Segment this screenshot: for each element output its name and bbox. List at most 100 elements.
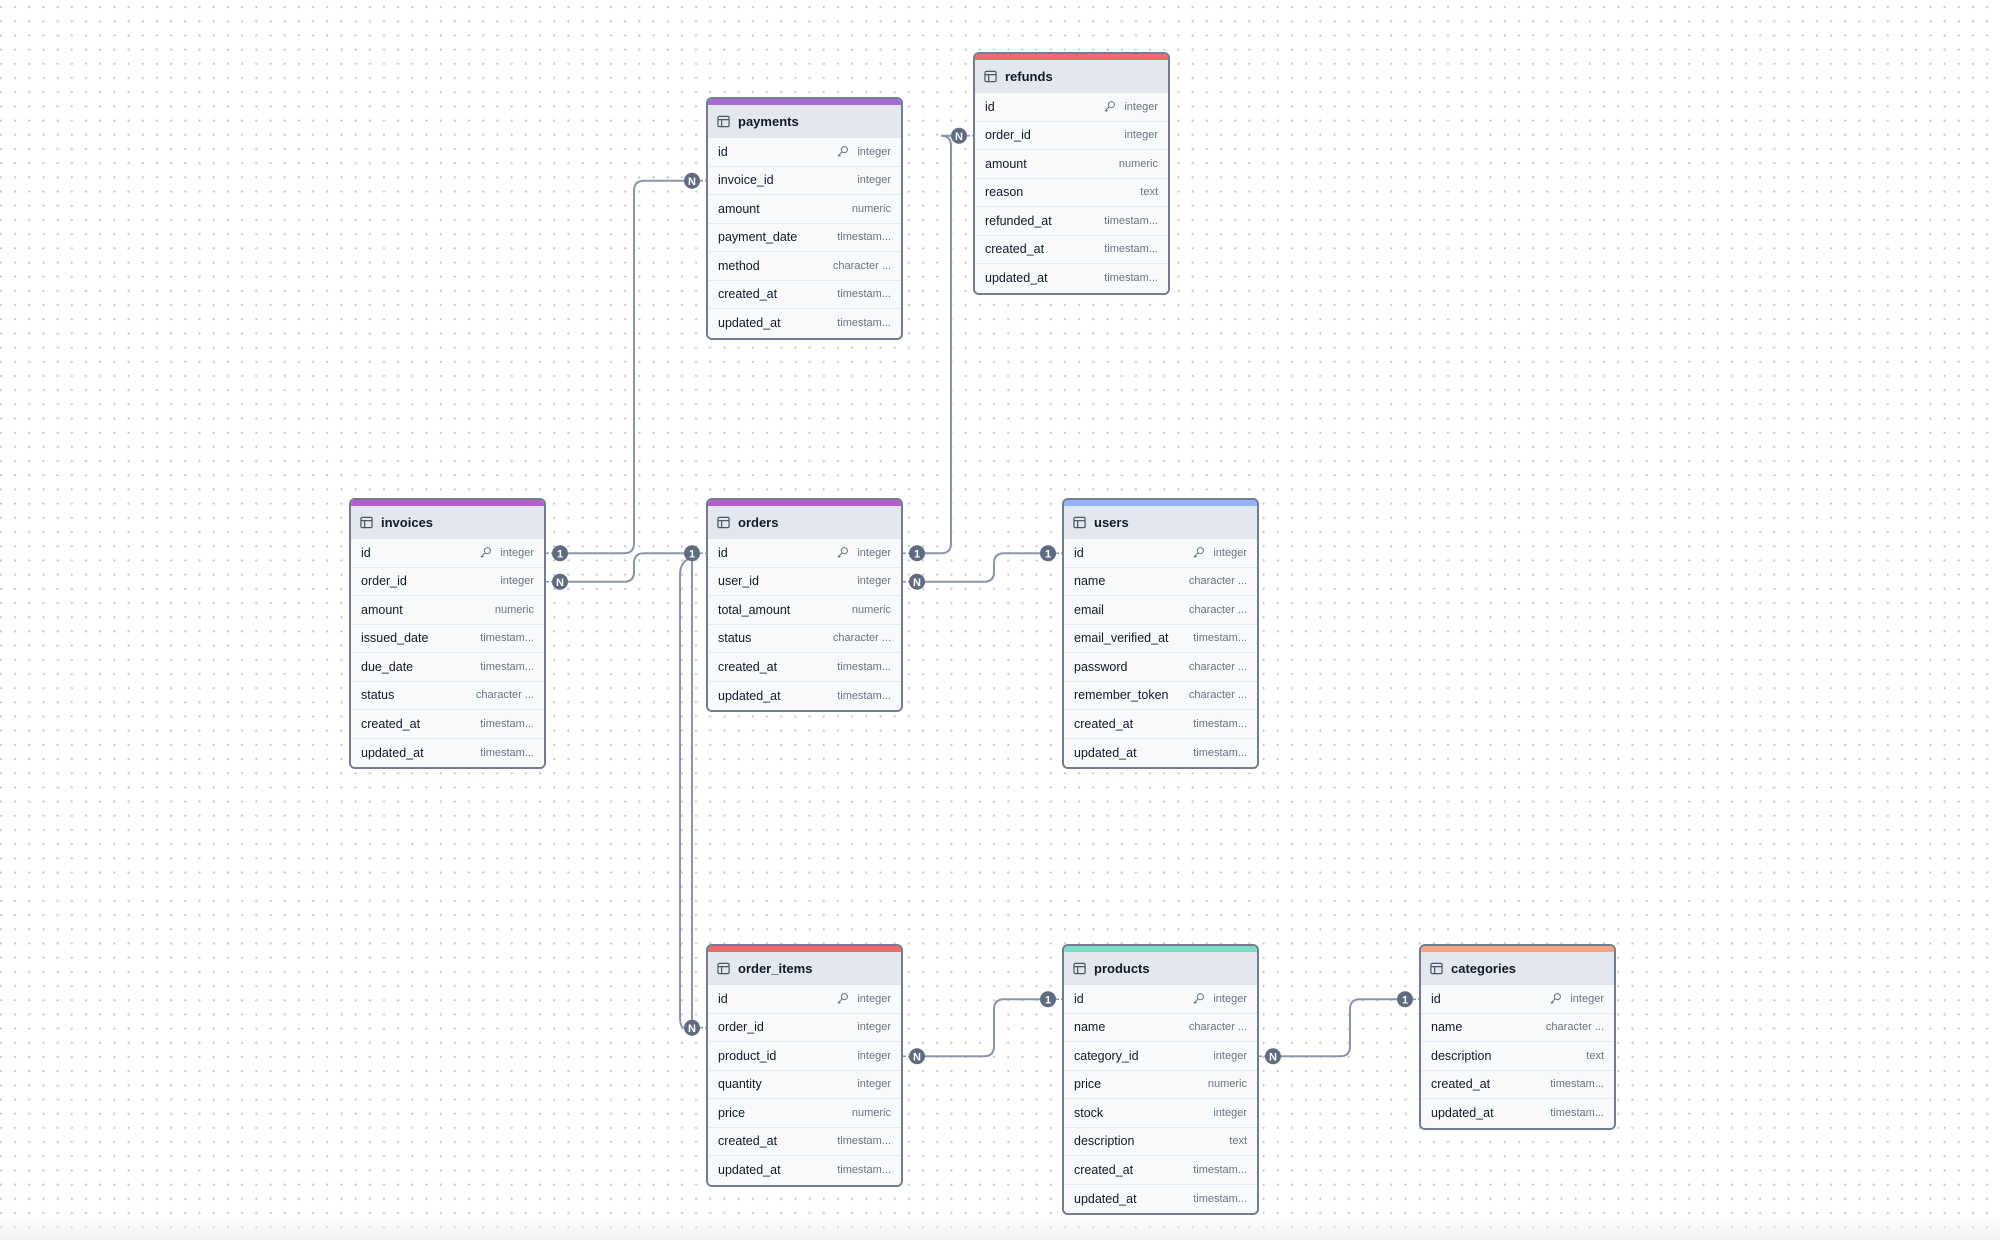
table-name: payments [738,113,799,129]
column-row[interactable]: refunded_at timestam... [975,207,1168,236]
column-row[interactable]: reason text [975,178,1168,207]
column-row[interactable]: id integer [351,539,544,568]
edge-invoices-orders[interactable] [568,552,684,583]
table-header[interactable]: orders [708,506,901,539]
column-row[interactable]: status character ... [351,681,544,710]
edge-products-categories[interactable] [1281,998,1397,1058]
edge-refunds-orders[interactable] [925,134,952,555]
column-row[interactable]: quantity integer [708,1070,901,1099]
cardinality-badge-n[interactable]: N [951,127,967,144]
table-header[interactable]: payments [708,105,901,138]
column-type: integer [1213,1106,1247,1119]
column-row[interactable]: status character ... [708,624,901,653]
edge-orders-users[interactable] [925,552,1040,583]
column-row[interactable]: order_id integer [975,121,1168,150]
table-header[interactable]: refunds [975,60,1168,93]
column-row[interactable]: due_date timestam... [351,653,544,682]
column-row[interactable]: id integer [708,985,901,1014]
column-row[interactable]: amount numeric [708,195,901,224]
column-row[interactable]: user_id integer [708,567,901,596]
table-order-items[interactable]: order_items id integer order_id integer produ… [706,944,903,1187]
column-meta: character ... [1189,575,1247,587]
column-row[interactable]: order_id integer [351,567,544,596]
edge-order-items-products[interactable] [925,998,1040,1058]
cardinality-badge-n[interactable]: N [909,573,925,590]
table-header[interactable]: users [1064,506,1257,539]
table-users[interactable]: users id integer name character ... email char… [1062,498,1259,769]
column-row[interactable]: updated_at timestam... [1421,1099,1614,1128]
column-row[interactable]: password character ... [1064,653,1257,682]
cardinality-badge-1[interactable]: 1 [1397,991,1413,1008]
column-row[interactable]: email character ... [1064,596,1257,625]
column-row[interactable]: category_id integer [1064,1042,1257,1071]
column-row[interactable]: stock integer [1064,1099,1257,1128]
column-row[interactable]: updated_at timestam... [1064,1184,1257,1213]
column-row[interactable]: product_id integer [708,1042,901,1071]
table-orders[interactable]: orders id integer user_id integer total_amoun… [706,498,903,712]
column-row[interactable]: email_verified_at timestam... [1064,624,1257,653]
column-row[interactable]: updated_at timestam... [708,309,901,338]
table-header[interactable]: invoices [351,506,544,539]
column-type: timestam... [1193,746,1247,759]
column-row[interactable]: created_at timestam... [975,235,1168,264]
column-row[interactable]: id integer [1421,985,1614,1014]
cardinality-badge-n[interactable]: N [684,172,700,189]
column-row[interactable]: updated_at timestam... [1064,738,1257,767]
cardinality-badge-1[interactable]: 1 [552,545,568,562]
cardinality-badge-1[interactable]: 1 [1040,545,1056,562]
column-row[interactable]: id integer [708,138,901,167]
cardinality-badge-1[interactable]: 1 [684,545,700,562]
column-name: id [718,991,728,1006]
column-row[interactable]: updated_at timestam... [708,681,901,710]
column-row[interactable]: created_at timestam... [1064,710,1257,739]
column-row[interactable]: name character ... [1064,567,1257,596]
column-row[interactable]: amount numeric [351,596,544,625]
column-row[interactable]: created_at timestam... [1064,1156,1257,1185]
column-row[interactable]: description text [1421,1042,1614,1071]
table-header[interactable]: products [1064,952,1257,985]
column-row[interactable]: invoice_id integer [708,166,901,195]
edge-order-items-orders[interactable] [679,558,689,1029]
column-row[interactable]: payment_date timestam... [708,223,901,252]
column-row[interactable]: created_at timestam... [708,653,901,682]
cardinality-badge-1[interactable]: 1 [1040,991,1056,1008]
cardinality-badge-n[interactable]: N [684,1019,700,1036]
column-row[interactable]: name character ... [1064,1013,1257,1042]
column-row[interactable]: id integer [708,539,901,568]
column-row[interactable]: remember_token character ... [1064,681,1257,710]
column-row[interactable]: total_amount numeric [708,596,901,625]
table-invoices[interactable]: invoices id integer order_id integer amount nu… [349,498,546,769]
column-row[interactable]: name character ... [1421,1013,1614,1042]
column-row[interactable]: updated_at timestam... [708,1156,901,1185]
column-row[interactable]: method character ... [708,252,901,281]
column-row[interactable]: amount numeric [975,150,1168,179]
column-row[interactable]: price numeric [1064,1070,1257,1099]
table-header[interactable]: categories [1421,952,1614,985]
table-refunds[interactable]: refunds id integer order_id integer amount num… [973,52,1170,295]
column-row[interactable]: created_at timestam... [708,280,901,309]
column-name: id [1074,545,1084,560]
column-row[interactable]: price numeric [708,1099,901,1128]
column-row[interactable]: updated_at timestam... [351,738,544,767]
column-row[interactable]: issued_date timestam... [351,624,544,653]
edge-payments-invoices[interactable] [568,179,684,555]
svg-text:N: N [556,577,564,589]
column-row[interactable]: created_at timestam... [351,710,544,739]
column-row[interactable]: id integer [1064,539,1257,568]
column-row[interactable]: created_at timestam... [708,1127,901,1156]
column-row[interactable]: id integer [975,93,1168,122]
cardinality-badge-n[interactable]: N [909,1048,925,1065]
table-categories[interactable]: categories id integer name character ... desc… [1419,944,1616,1130]
table-payments[interactable]: payments id integer invoice_id integer amount… [706,97,903,340]
column-row[interactable]: id integer [1064,985,1257,1014]
cardinality-badge-n[interactable]: N [552,573,568,590]
column-row[interactable]: created_at timestam... [1421,1070,1614,1099]
cardinality-badge-1[interactable]: 1 [909,545,925,562]
table-products[interactable]: products id integer name character ... catego… [1062,944,1259,1215]
column-meta: integer [857,1021,891,1033]
column-row[interactable]: order_id integer [708,1013,901,1042]
cardinality-badge-n[interactable]: N [1265,1048,1281,1065]
column-row[interactable]: description text [1064,1127,1257,1156]
table-header[interactable]: order_items [708,952,901,985]
column-row[interactable]: updated_at timestam... [975,264,1168,293]
